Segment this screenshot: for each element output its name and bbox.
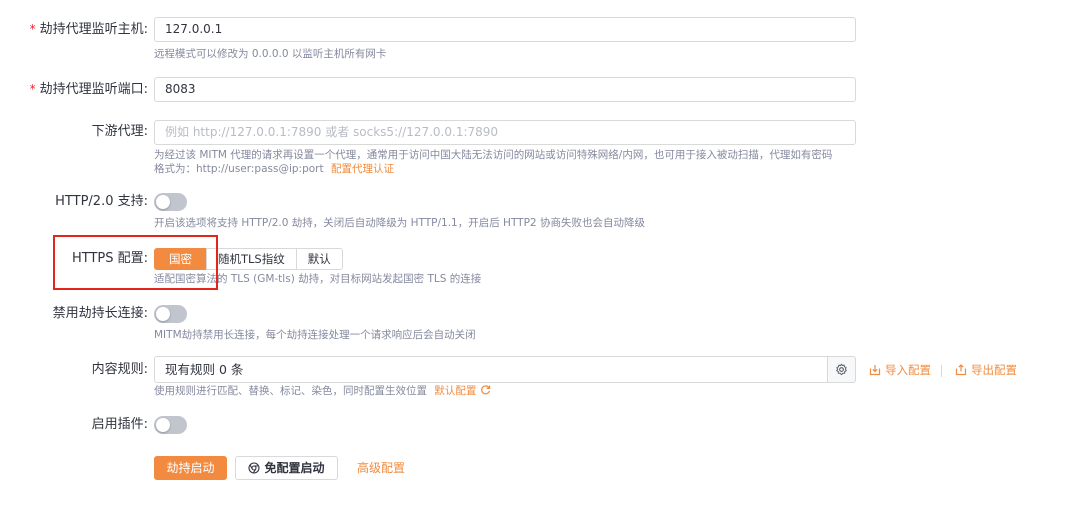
export-config-label: 导出配置 xyxy=(971,363,1017,377)
required-mark: * xyxy=(29,82,36,96)
downstream-help-line1: 为经过该 MITM 代理的请求再设置一个代理，通常用于访问中国大陆无法访问的网站… xyxy=(154,149,833,161)
rules-settings-button[interactable] xyxy=(827,356,856,383)
default-config-link[interactable]: 默认配置 xyxy=(434,385,476,397)
plugins-toggle[interactable] xyxy=(154,416,187,434)
host-label-text: 劫持代理监听主机: xyxy=(39,22,148,37)
port-label: * 劫持代理监听端口: xyxy=(30,77,148,101)
keepalive-toggle[interactable] xyxy=(154,305,187,323)
downstream-label: 下游代理: xyxy=(91,124,148,139)
start-no-config-button[interactable]: 免配置启动 xyxy=(235,456,338,480)
port-label-text: 劫持代理监听端口: xyxy=(39,82,148,97)
https-option-random-tls[interactable]: 随机TLS指纹 xyxy=(206,248,297,270)
export-config-button[interactable]: 导出配置 xyxy=(955,362,1017,378)
keepalive-label: 禁用劫持长连接: xyxy=(52,306,148,321)
downstream-input[interactable]: 例如 http://127.0.0.1:7890 或者 socks5://127… xyxy=(154,120,856,145)
divider xyxy=(941,365,942,377)
host-label: * 劫持代理监听主机: xyxy=(30,17,148,41)
plugins-label: 启用插件: xyxy=(91,417,148,432)
toggle-knob xyxy=(156,195,170,209)
http2-label: HTTP/2.0 支持: xyxy=(55,194,148,209)
host-help: 远程模式可以修改为 0.0.0.0 以监听主机所有网卡 xyxy=(154,48,387,60)
http2-toggle[interactable] xyxy=(154,193,187,211)
export-icon xyxy=(955,364,967,376)
required-mark: * xyxy=(29,22,36,36)
keepalive-help: MITM劫持禁用长连接，每个劫持连接处理一个请求响应后会自动关闭 xyxy=(154,329,476,341)
https-option-default[interactable]: 默认 xyxy=(295,248,343,270)
downstream-help-format: 格式为：http://user:pass@ip:port xyxy=(154,163,324,175)
http2-help: 开启该选项将支持 HTTP/2.0 劫持，关闭后自动降级为 HTTP/1.1，开… xyxy=(154,217,645,229)
rules-label: 内容规则: xyxy=(91,362,148,377)
import-icon xyxy=(869,365,881,376)
import-config-button[interactable]: 导入配置 xyxy=(869,362,931,378)
advanced-config-button[interactable]: 高级配置 xyxy=(357,456,405,480)
rules-help: 使用规则进行匹配、替换、标记、染色，同时配置生效位置 默认配置 xyxy=(154,384,491,398)
proxy-auth-link[interactable]: 配置代理认证 xyxy=(331,163,394,175)
import-config-label: 导入配置 xyxy=(885,363,931,377)
rules-help-text: 使用规则进行匹配、替换、标记、染色，同时配置生效位置 xyxy=(154,385,427,397)
chrome-icon xyxy=(248,462,261,474)
highlight-box xyxy=(53,235,218,290)
port-input[interactable]: 8083 xyxy=(154,77,856,102)
toggle-knob xyxy=(156,418,170,432)
rules-input[interactable]: 现有规则 0 条 xyxy=(154,356,828,383)
start-no-config-label: 免配置启动 xyxy=(264,461,325,475)
refresh-icon[interactable] xyxy=(480,384,491,395)
gear-icon xyxy=(836,363,847,376)
host-input[interactable]: 127.0.0.1 xyxy=(154,17,856,42)
downstream-help-line2: 格式为：http://user:pass@ip:port 配置代理认证 xyxy=(154,162,394,176)
toggle-knob xyxy=(156,307,170,321)
start-hijack-button[interactable]: 劫持启动 xyxy=(154,456,227,480)
